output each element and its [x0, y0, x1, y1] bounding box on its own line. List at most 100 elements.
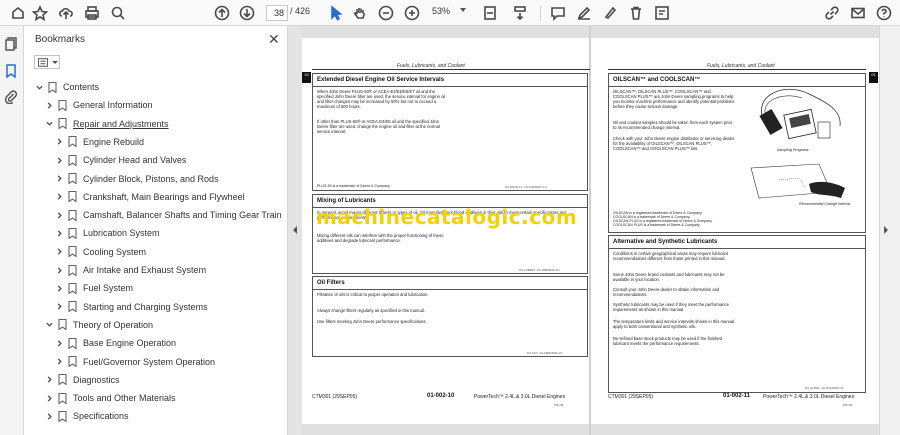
bookmark-item[interactable]: Tools and Other Materials: [44, 389, 176, 407]
document-page-right: Fuels, Lubricants, and Coolant 01 OILSCA…: [591, 26, 879, 435]
doc-code: DX,FILT -19-18MAR96-1/1: [527, 351, 563, 355]
bookmark-item[interactable]: Air Intake and Exhaust System: [54, 261, 206, 279]
delete-icon[interactable]: [626, 3, 646, 23]
section-title: OILSCAN™ and COOLSCAN™: [613, 77, 701, 83]
zoom-level[interactable]: 53%: [432, 6, 450, 16]
bookmark-item[interactable]: Cooling System: [54, 243, 146, 261]
next-page-arrow-icon[interactable]: [884, 226, 888, 234]
page-number-input[interactable]: 38: [266, 5, 288, 21]
attachments-panel-icon[interactable]: [4, 90, 20, 106]
chevron-right-icon[interactable]: [54, 174, 64, 184]
chevron-right-icon[interactable]: [44, 393, 54, 403]
section-oil-filters: Oil Filters Filtration of oils is critic…: [312, 276, 588, 357]
section-tab: 01: [869, 72, 878, 83]
bookmark-item[interactable]: Fuel System: [54, 279, 133, 297]
chevron-right-icon[interactable]: [54, 228, 64, 238]
paragraph: Use filters meeting John Deere performan…: [317, 319, 427, 324]
stamp-icon[interactable]: [652, 3, 672, 23]
hand-tool-icon[interactable]: [350, 3, 370, 23]
bookmark-item[interactable]: Engine Rebuild: [54, 133, 144, 151]
chevron-right-icon[interactable]: [54, 338, 64, 348]
bookmark-label: Base Engine Operation: [83, 338, 177, 349]
bookmark-item[interactable]: Crankshaft, Main Bearings and Flywheel: [54, 188, 245, 206]
email-icon[interactable]: [848, 3, 868, 23]
bookmark-item[interactable]: Cylinder Block, Pistons, and Rods: [54, 170, 219, 188]
comment-icon[interactable]: [548, 3, 568, 23]
bookmark-item[interactable]: Lubrication System: [54, 224, 160, 242]
bookmark-item[interactable]: Contents: [34, 78, 99, 96]
paragraph: Filtration of oils is critical to proper…: [317, 292, 429, 297]
footer-engine: PowerTech™ 2.4L & 3.0L Diesel Engines: [763, 394, 855, 400]
chevron-right-icon[interactable]: [54, 357, 64, 367]
illustration-caption: Recommended Change Interval: [799, 202, 850, 206]
chevron-right-icon[interactable]: [54, 265, 64, 275]
chevron-down-icon[interactable]: [44, 320, 54, 330]
zoom-dropdown-icon[interactable]: [460, 8, 466, 12]
bookmark-item[interactable]: Camshaft, Balancer Shafts and Timing Gea…: [54, 206, 282, 224]
chevron-right-icon[interactable]: [44, 100, 54, 110]
bookmark-label: Fuel/Governor System Operation: [83, 356, 216, 367]
bookmark-label: Crankshaft, Main Bearings and Flywheel: [83, 191, 245, 202]
chevron-right-icon[interactable]: [54, 192, 64, 202]
paragraph: Always change filters regularly as speci…: [317, 308, 425, 313]
page-fit-icon[interactable]: [480, 3, 500, 23]
bookmark-options-button[interactable]: [34, 55, 60, 69]
bookmark-item[interactable]: General Information: [44, 96, 153, 114]
bookmark-icon: [58, 392, 67, 405]
chevron-down-icon[interactable]: [44, 119, 54, 129]
bookmark-label: Fuel System: [83, 283, 134, 294]
bookmark-item[interactable]: Fuel/Governor System Operation: [54, 353, 215, 371]
upload-icon[interactable]: [56, 3, 76, 23]
help-icon[interactable]: [874, 3, 894, 23]
chevron-right-icon[interactable]: [44, 375, 54, 385]
chevron-right-icon[interactable]: [54, 283, 64, 293]
bookmark-item[interactable]: Starting and Charging Systems: [54, 298, 208, 316]
share-link-icon[interactable]: [822, 3, 842, 23]
select-cursor-icon[interactable]: [326, 3, 346, 23]
trademark-note: PLUS-50 is a trademark of Deere & Compan…: [317, 184, 390, 188]
bookmark-icon: [68, 246, 77, 258]
bookmark-icon: [58, 99, 67, 112]
section-title: Extended Diesel Engine Oil Service Inter…: [317, 77, 445, 83]
bookmark-star-icon[interactable]: [30, 3, 50, 23]
bookmark-icon: [58, 374, 67, 386]
previous-page-icon[interactable]: [212, 3, 232, 23]
paragraph: When John Deere PLUS-50® or ACEA-E4/E5/E…: [317, 89, 446, 109]
section-oilscan-coolscan: OILSCAN™ and COOLSCAN™ OILSCAN™, OILSCAN…: [608, 73, 866, 233]
sampling-kit-illustration: [759, 88, 841, 140]
pages-panel-icon[interactable]: [4, 37, 20, 53]
right-scroll-strip: [879, 26, 900, 435]
navigation-rail: [0, 26, 24, 435]
chevron-right-icon[interactable]: [54, 302, 64, 312]
previous-page-arrow-icon[interactable]: [293, 226, 297, 234]
bookmark-item[interactable]: Base Engine Operation: [54, 334, 176, 352]
scroll-mode-icon[interactable]: [510, 3, 530, 23]
zoom-out-icon[interactable]: [376, 3, 396, 23]
home-icon[interactable]: [8, 3, 28, 23]
chevron-right-icon[interactable]: [44, 411, 54, 421]
chevron-down-icon[interactable]: [34, 82, 44, 92]
bookmark-label: Diagnostics: [73, 374, 120, 385]
close-icon[interactable]: ✕: [268, 31, 280, 48]
next-page-icon[interactable]: [237, 3, 257, 23]
bookmark-item[interactable]: Cylinder Head and Valves: [54, 151, 186, 169]
chevron-right-icon[interactable]: [54, 210, 64, 220]
bookmark-item[interactable]: Diagnostics: [44, 371, 120, 389]
highlight-pen-icon[interactable]: [574, 3, 594, 23]
bookmark-item[interactable]: Specifications: [44, 407, 129, 425]
bookmark-label: Cooling System: [83, 246, 147, 257]
search-icon[interactable]: [108, 3, 128, 23]
draw-icon[interactable]: [600, 3, 620, 23]
zoom-in-icon[interactable]: [402, 3, 422, 23]
print-icon[interactable]: [82, 3, 102, 23]
paragraph: Synthetic lubricants may be used if they…: [613, 302, 729, 312]
chevron-right-icon[interactable]: [54, 137, 64, 147]
section-title: Alternative and Synthetic Lubricants: [613, 239, 718, 245]
bookmarks-panel-icon[interactable]: [4, 64, 20, 80]
chevron-right-icon[interactable]: [54, 155, 64, 165]
bookmark-icon: [58, 118, 67, 130]
paragraph: Consult your John Deere dealer to obtain…: [613, 287, 720, 297]
chevron-right-icon[interactable]: [54, 247, 64, 257]
bookmark-item[interactable]: Theory of Operation: [44, 316, 153, 334]
bookmark-item[interactable]: Repair and Adjustments: [44, 115, 169, 133]
